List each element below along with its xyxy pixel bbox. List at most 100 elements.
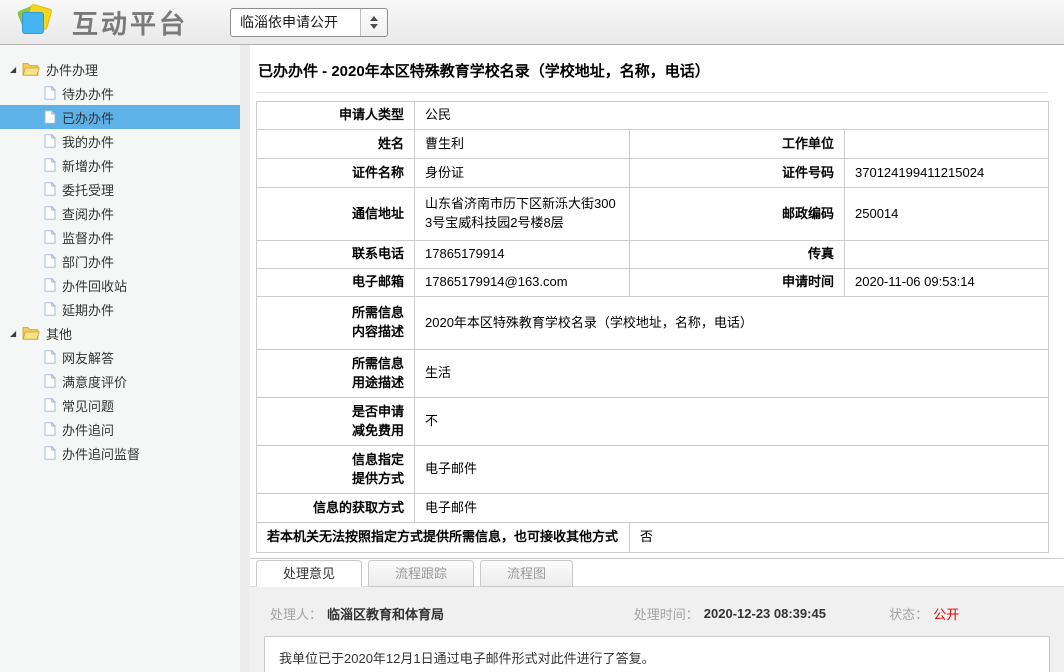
sidebar-folder-other[interactable]: ◢ 其他 — [0, 321, 240, 345]
sidebar-item-my-items[interactable]: 我的办件 — [0, 129, 240, 153]
field-label: 证件号码 — [630, 159, 845, 188]
file-icon — [44, 302, 56, 316]
field-value: 电子邮件 — [415, 494, 1049, 523]
handler-name: 临淄区教育和体育局 — [327, 604, 444, 623]
file-icon — [44, 158, 56, 172]
sidebar-item-review-items[interactable]: 查阅办件 — [0, 201, 240, 225]
sidebar-item-faq[interactable]: 常见问题 — [0, 393, 240, 417]
sidebar-item-supervised-items[interactable]: 监督办件 — [0, 225, 240, 249]
field-label: 电子邮箱 — [257, 269, 415, 297]
file-icon — [44, 206, 56, 220]
field-value: 250014 — [845, 188, 1049, 241]
file-icon — [44, 398, 56, 412]
field-label: 申请人类型 — [257, 102, 415, 130]
field-label: 联系电话 — [257, 241, 415, 269]
field-value: 身份证 — [415, 159, 630, 188]
process-info-row: 处理人： 临淄区教育和体育局 处理时间： 2020-12-23 08:39:45… — [250, 604, 1064, 636]
main-content: 已办办件 - 2020年本区特殊教育学校名录（学校地址，名称，电话） 申请人类型… — [250, 45, 1064, 672]
file-icon — [44, 422, 56, 436]
field-label: 所需信息 用途描述 — [257, 350, 415, 398]
table-row: 联系电话 17865179914 传真 — [257, 241, 1049, 269]
site-select-value: 临淄依申请公开 — [231, 9, 360, 36]
field-value: 公民 — [415, 102, 1049, 130]
sidebar-item-netizen-answers[interactable]: 网友解答 — [0, 345, 240, 369]
application-detail-table: 申请人类型 公民 姓名 曹生利 工作单位 证件名称 身份证 证件号码 37012… — [256, 101, 1049, 553]
field-label: 证件名称 — [257, 159, 415, 188]
process-time-label: 处理时间： — [634, 604, 699, 623]
field-label: 通信地址 — [257, 188, 415, 241]
process-time: 2020-12-23 08:39:45 — [704, 606, 826, 621]
table-row: 信息指定 提供方式 电子邮件 — [257, 446, 1049, 494]
tab-flow-chart[interactable]: 流程图 — [480, 560, 573, 587]
field-label: 所需信息 内容描述 — [257, 297, 415, 350]
field-value: 2020年本区特殊教育学校名录（学校地址，名称，电话） — [415, 297, 1049, 350]
field-value: 不 — [415, 398, 1049, 446]
tree-expand-icon[interactable]: ◢ — [10, 65, 22, 74]
file-icon — [44, 254, 56, 268]
sidebar-item-recycle-bin[interactable]: 办件回收站 — [0, 273, 240, 297]
file-icon — [44, 86, 56, 100]
field-label: 信息的获取方式 — [257, 494, 415, 523]
status-label: 状态： — [889, 604, 928, 623]
site-select[interactable]: 临淄依申请公开 — [230, 8, 388, 37]
sidebar-item-todo-items[interactable]: 待办办件 — [0, 81, 240, 105]
table-row: 是否申请 减免费用 不 — [257, 398, 1049, 446]
table-row: 姓名 曹生利 工作单位 — [257, 130, 1049, 159]
process-opinion-panel: 处理人： 临淄区教育和体育局 处理时间： 2020-12-23 08:39:45… — [250, 586, 1064, 672]
folder-icon — [22, 62, 40, 76]
file-icon — [44, 134, 56, 148]
field-label: 姓名 — [257, 130, 415, 159]
sidebar-item-delayed-items[interactable]: 延期办件 — [0, 297, 240, 321]
file-icon — [44, 278, 56, 292]
file-icon — [44, 350, 56, 364]
sidebar-item-satisfaction-rating[interactable]: 满意度评价 — [0, 369, 240, 393]
table-row: 所需信息 内容描述 2020年本区特殊教育学校名录（学校地址，名称，电话） — [257, 297, 1049, 350]
file-icon — [44, 230, 56, 244]
sidebar-item-followup-supervision[interactable]: 办件追问监督 — [0, 441, 240, 465]
field-label: 传真 — [630, 241, 845, 269]
table-row: 信息的获取方式 电子邮件 — [257, 494, 1049, 523]
page-title: 已办办件 - 2020年本区特殊教育学校名录（学校地址，名称，电话） — [256, 45, 1048, 93]
file-icon — [44, 110, 56, 124]
field-value: 电子邮件 — [415, 446, 1049, 494]
sidebar-item-department-items[interactable]: 部门办件 — [0, 249, 240, 273]
sidebar-item-entrusted-acceptance[interactable]: 委托受理 — [0, 177, 240, 201]
sidebar-item-done-items[interactable]: 已办办件 — [0, 105, 240, 129]
detail-tabs: 处理意见 流程跟踪 流程图 — [250, 558, 1064, 586]
table-row: 证件名称 身份证 证件号码 370124199411215024 — [257, 159, 1049, 188]
file-icon — [44, 182, 56, 196]
field-label: 申请时间 — [630, 269, 845, 297]
field-value: 生活 — [415, 350, 1049, 398]
field-label: 若本机关无法按照指定方式提供所需信息，也可接收其他方式 — [257, 523, 630, 553]
tab-process-tracking[interactable]: 流程跟踪 — [368, 560, 474, 587]
app-logo-icon — [16, 4, 58, 40]
status-badge: 公开 — [933, 604, 959, 623]
field-label: 是否申请 减免费用 — [257, 398, 415, 446]
field-value: 山东省济南市历下区新泺大街3003号宝威科技园2号楼8层 — [415, 188, 630, 241]
folder-icon — [22, 326, 40, 340]
file-icon — [44, 374, 56, 388]
sidebar-item-new-item[interactable]: 新增办件 — [0, 153, 240, 177]
field-value: 370124199411215024 — [845, 159, 1049, 188]
field-value: 否 — [630, 523, 1049, 553]
sidebar-folder-item-handling[interactable]: ◢ 办件办理 — [0, 57, 240, 81]
app-header: 互动平台 临淄依申请公开 — [0, 0, 1064, 45]
field-value: 2020-11-06 09:53:14 — [845, 269, 1049, 297]
field-value — [845, 130, 1049, 159]
field-label: 信息指定 提供方式 — [257, 446, 415, 494]
sidebar-divider — [240, 45, 250, 672]
tab-process-opinion[interactable]: 处理意见 — [256, 560, 362, 587]
app-title: 互动平台 — [72, 4, 188, 41]
field-label: 邮政编码 — [630, 188, 845, 241]
handler-label: 处理人： — [270, 604, 322, 623]
sidebar-nav: ◢ 办件办理 待办办件 已办办件 我的办件 新增办件 委托受理 查阅办件 — [0, 45, 240, 672]
sidebar-item-followup[interactable]: 办件追问 — [0, 417, 240, 441]
field-value: 17865179914 — [415, 241, 630, 269]
table-row: 申请人类型 公民 — [257, 102, 1049, 130]
file-icon — [44, 446, 56, 460]
field-value — [845, 241, 1049, 269]
tree-expand-icon[interactable]: ◢ — [10, 329, 22, 338]
select-spinner-icon[interactable] — [360, 9, 387, 36]
reply-text-box: 我单位已于2020年12月1日通过电子邮件形式对此件进行了答复。 — [264, 636, 1050, 672]
table-row: 电子邮箱 17865179914@163.com 申请时间 2020-11-06… — [257, 269, 1049, 297]
